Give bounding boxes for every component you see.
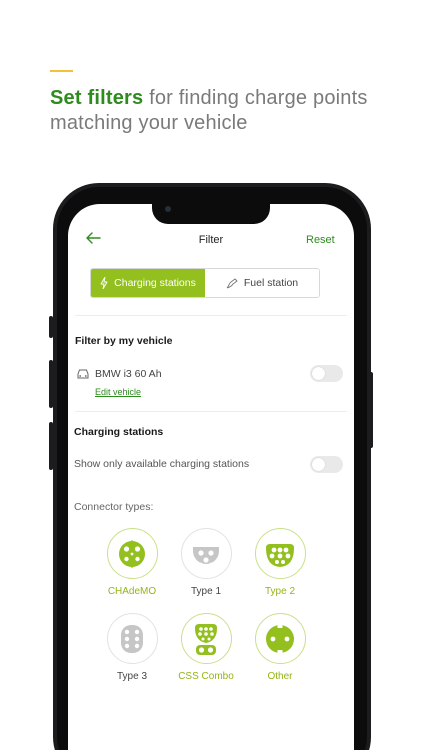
- fuel-nozzle-icon: [226, 278, 238, 289]
- divider: [75, 411, 347, 412]
- type1-plug-icon: [193, 546, 219, 565]
- reset-button[interactable]: Reset: [306, 234, 335, 246]
- connector-icon-circle: [106, 613, 158, 664]
- station-type-tabs: Charging stations Fuel station: [90, 268, 320, 298]
- promo-accent-bar: [50, 70, 73, 72]
- connector-icon-circle: [254, 528, 306, 579]
- connector-icon-circle: [106, 528, 158, 579]
- connector-icon-circle: [180, 528, 232, 579]
- charging-stations-title: Charging stations: [74, 426, 164, 438]
- tab-charging-stations[interactable]: Charging stations: [91, 269, 205, 297]
- connector-type-2[interactable]: Type 2: [250, 528, 310, 597]
- promo-highlight: Set filters: [50, 87, 144, 109]
- connector-type-3[interactable]: Type 3: [102, 613, 162, 682]
- vehicle-filter-title: Filter by my vehicle: [75, 335, 173, 347]
- phone-notch: [152, 200, 270, 224]
- connector-icon-circle: [254, 613, 306, 664]
- connector-icon-circle: [180, 613, 232, 664]
- connector-name: Type 3: [116, 671, 148, 682]
- type3-plug-icon: [121, 624, 143, 653]
- tab-label: Fuel station: [243, 277, 299, 289]
- connector-other[interactable]: Other: [250, 613, 310, 682]
- camera-icon: [165, 206, 171, 212]
- connector-types-label: Connector types:: [74, 501, 154, 513]
- connector-css-combo[interactable]: CSS Combo: [176, 613, 236, 682]
- lightning-icon: [100, 277, 108, 289]
- phone-screen: Filter Reset Charging stations Fuel stat…: [68, 204, 354, 750]
- car-icon: [76, 367, 90, 379]
- tab-label: Charging stations: [114, 277, 196, 289]
- connector-name: CSS Combo: [178, 671, 234, 682]
- edit-vehicle-link[interactable]: Edit vehicle: [95, 387, 141, 397]
- available-only-toggle[interactable]: [310, 456, 343, 473]
- connector-type-1[interactable]: Type 1: [176, 528, 236, 597]
- divider: [75, 315, 347, 316]
- css-combo-plug-icon: [195, 623, 217, 655]
- vehicle-filter-toggle[interactable]: [310, 365, 343, 382]
- connector-name: CHAdeMO: [107, 586, 157, 597]
- connector-name: Type 2: [264, 586, 296, 597]
- type2-plug-icon: [266, 543, 294, 567]
- vehicle-name: BMW i3 60 Ah: [95, 368, 162, 380]
- chademo-plug-icon: [119, 539, 145, 568]
- connector-name: Type 1: [190, 586, 222, 597]
- schuko-plug-icon: [266, 623, 294, 654]
- available-only-label: Show only available charging stations: [74, 458, 250, 470]
- promo-headline: Set filters for finding charge points ma…: [50, 86, 390, 136]
- connector-chademo[interactable]: CHAdeMO: [102, 528, 162, 597]
- connector-name: Other: [267, 671, 293, 682]
- tab-fuel-station[interactable]: Fuel station: [205, 269, 319, 297]
